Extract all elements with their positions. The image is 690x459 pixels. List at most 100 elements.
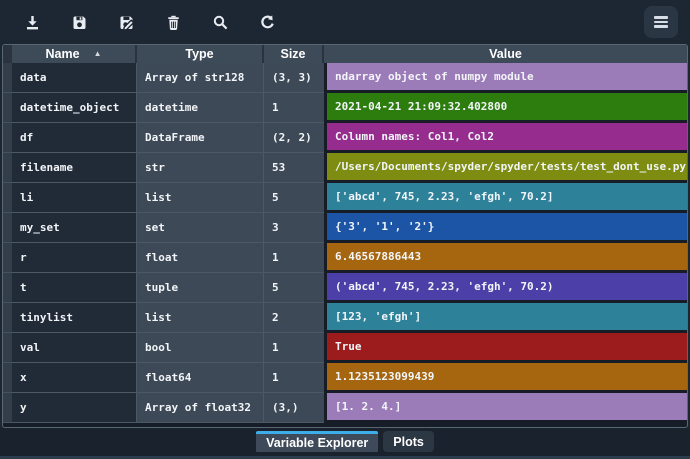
variable-table-body: data Array of str128 (3, 3) ndarray obje… xyxy=(3,63,687,427)
options-menu-button[interactable] xyxy=(644,6,678,38)
cell-value[interactable]: ndarray object of numpy module xyxy=(324,63,687,93)
trash-icon xyxy=(165,14,182,31)
cell-value[interactable]: /Users/Documents/spyder/spyder/tests/tes… xyxy=(324,153,687,183)
save-icon xyxy=(71,14,88,31)
cell-type[interactable]: DataFrame xyxy=(137,123,264,153)
table-row: df DataFrame (2, 2) Column names: Col1, … xyxy=(3,123,687,153)
row-header[interactable] xyxy=(3,243,12,273)
hamburger-icon xyxy=(654,16,668,28)
cell-type[interactable]: datetime xyxy=(137,93,264,123)
tab-plots[interactable]: Plots xyxy=(383,431,434,452)
table-row: filename str 53 /Users/Documents/spyder/… xyxy=(3,153,687,183)
cell-type[interactable]: float64 xyxy=(137,363,264,393)
save-as-icon xyxy=(118,14,135,31)
cell-name[interactable]: df xyxy=(12,123,137,153)
refresh-icon xyxy=(259,14,276,31)
toolbar xyxy=(0,0,690,44)
cell-name[interactable]: data xyxy=(12,63,137,93)
cell-size[interactable]: 1 xyxy=(264,333,324,363)
cell-value[interactable]: {'3', '1', '2'} xyxy=(324,213,687,243)
cell-type[interactable]: tuple xyxy=(137,273,264,303)
row-header[interactable] xyxy=(3,363,12,393)
table-row: val bool 1 True xyxy=(3,333,687,363)
cell-size[interactable]: (3,) xyxy=(264,393,324,423)
cell-value[interactable]: [123, 'efgh'] xyxy=(324,303,687,333)
table-row: datetime_object datetime 1 2021-04-21 21… xyxy=(3,93,687,123)
cell-name[interactable]: my_set xyxy=(12,213,137,243)
cell-type[interactable]: str xyxy=(137,153,264,183)
cell-name[interactable]: val xyxy=(12,333,137,363)
download-icon xyxy=(24,14,41,31)
search-icon xyxy=(212,14,229,31)
tab-variable-explorer[interactable]: Variable Explorer xyxy=(256,431,378,452)
refresh-button[interactable] xyxy=(250,6,284,38)
cell-type[interactable]: Array of str128 xyxy=(137,63,264,93)
column-header-type-label: Type xyxy=(185,48,213,61)
cell-size[interactable]: (3, 3) xyxy=(264,63,324,93)
variable-explorer-panel: Name ▲ Type Size Value data Array of str… xyxy=(0,0,690,459)
cell-type[interactable]: float xyxy=(137,243,264,273)
column-header-type[interactable]: Type xyxy=(137,45,264,63)
cell-value[interactable]: [1. 2. 4.] xyxy=(324,393,687,423)
column-header-name-label: Name xyxy=(46,48,80,61)
column-header-size[interactable]: Size xyxy=(264,45,324,63)
save-data-button[interactable] xyxy=(62,6,96,38)
cell-value[interactable]: Column names: Col1, Col2 xyxy=(324,123,687,153)
cell-name[interactable]: filename xyxy=(12,153,137,183)
variables-table: Name ▲ Type Size Value data Array of str… xyxy=(2,44,688,428)
table-row: x float64 1 1.1235123099439 xyxy=(3,363,687,393)
cell-name[interactable]: y xyxy=(12,393,137,423)
cell-value[interactable]: ['abcd', 745, 2.23, 'efgh', 70.2] xyxy=(324,183,687,213)
column-header-value-label: Value xyxy=(489,48,522,61)
cell-name[interactable]: datetime_object xyxy=(12,93,137,123)
cell-size[interactable]: 5 xyxy=(264,273,324,303)
cell-name[interactable]: tinylist xyxy=(12,303,137,333)
row-header[interactable] xyxy=(3,153,12,183)
cell-name[interactable]: t xyxy=(12,273,137,303)
cell-type[interactable]: bool xyxy=(137,333,264,363)
row-header[interactable] xyxy=(3,93,12,123)
sort-ascending-icon: ▲ xyxy=(94,50,102,58)
cell-type[interactable]: Array of float32 xyxy=(137,393,264,423)
import-data-button[interactable] xyxy=(15,6,49,38)
row-header[interactable] xyxy=(3,273,12,303)
row-header[interactable] xyxy=(3,333,12,363)
cell-type[interactable]: list xyxy=(137,183,264,213)
row-header[interactable] xyxy=(3,63,12,93)
cell-value[interactable]: 6.46567886443 xyxy=(324,243,687,273)
table-corner-cell xyxy=(3,45,12,63)
table-row: y Array of float32 (3,) [1. 2. 4.] xyxy=(3,393,687,423)
row-header[interactable] xyxy=(3,183,12,213)
search-button[interactable] xyxy=(203,6,237,38)
cell-value[interactable]: 1.1235123099439 xyxy=(324,363,687,393)
cell-name[interactable]: x xyxy=(12,363,137,393)
row-header[interactable] xyxy=(3,123,12,153)
column-header-name[interactable]: Name ▲ xyxy=(12,45,137,63)
cell-type[interactable]: set xyxy=(137,213,264,243)
cell-size[interactable]: 3 xyxy=(264,213,324,243)
remove-variable-button[interactable] xyxy=(156,6,190,38)
table-row: my_set set 3 {'3', '1', '2'} xyxy=(3,213,687,243)
column-header-value[interactable]: Value xyxy=(324,45,687,63)
cell-value[interactable]: 2021-04-21 21:09:32.402800 xyxy=(324,93,687,123)
row-header[interactable] xyxy=(3,213,12,243)
cell-size[interactable]: 5 xyxy=(264,183,324,213)
table-header-row: Name ▲ Type Size Value xyxy=(3,45,687,63)
cell-name[interactable]: li xyxy=(12,183,137,213)
cell-size[interactable]: 1 xyxy=(264,243,324,273)
cell-size[interactable]: 1 xyxy=(264,363,324,393)
cell-name[interactable]: r xyxy=(12,243,137,273)
row-header[interactable] xyxy=(3,393,12,423)
row-header[interactable] xyxy=(3,303,12,333)
table-row: li list 5 ['abcd', 745, 2.23, 'efgh', 70… xyxy=(3,183,687,213)
cell-size[interactable]: 53 xyxy=(264,153,324,183)
save-data-as-button[interactable] xyxy=(109,6,143,38)
cell-size[interactable]: (2, 2) xyxy=(264,123,324,153)
cell-value[interactable]: True xyxy=(324,333,687,363)
cell-size[interactable]: 1 xyxy=(264,93,324,123)
cell-size[interactable]: 2 xyxy=(264,303,324,333)
table-row: data Array of str128 (3, 3) ndarray obje… xyxy=(3,63,687,93)
cell-value[interactable]: ('abcd', 745, 2.23, 'efgh', 70.2) xyxy=(324,273,687,303)
table-row: r float 1 6.46567886443 xyxy=(3,243,687,273)
cell-type[interactable]: list xyxy=(137,303,264,333)
